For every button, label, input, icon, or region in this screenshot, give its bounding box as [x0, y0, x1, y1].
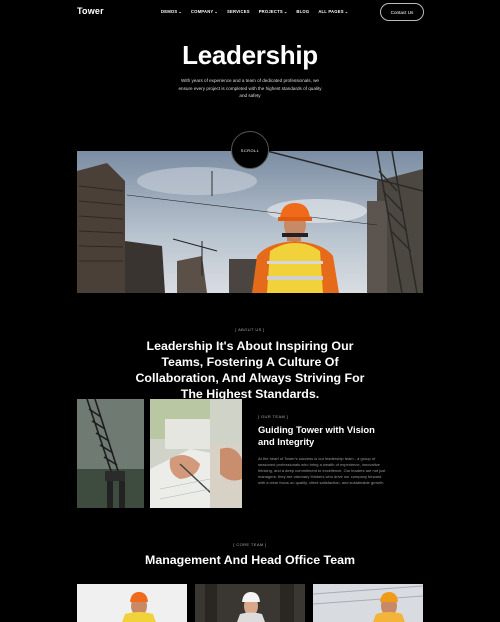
menu-item-label: BLOG [296, 9, 310, 14]
menu-item-company[interactable]: COMPANY⌄ [191, 9, 218, 14]
menu-item-services[interactable]: SERVICES [227, 9, 250, 14]
menu-item-projects[interactable]: PROJECTS⌄ [259, 9, 288, 14]
hero-image [77, 151, 423, 293]
team-member-photo [195, 584, 305, 622]
blueprint-photo [150, 399, 242, 508]
chevron-down-icon: ⌄ [283, 9, 288, 14]
team-member-photo [77, 584, 187, 622]
menu-item-all-pages[interactable]: ALL PAGES⌄ [318, 9, 348, 14]
chevron-down-icon: ⌄ [344, 9, 349, 14]
team-member-card[interactable] [195, 584, 305, 622]
about-heading-text: Leadership It's About Inspiring Our Team… [135, 339, 365, 401]
about-tag: [ ABOUT US ] [235, 327, 265, 332]
chevron-down-icon: ⌄ [214, 9, 218, 14]
crane-photo [77, 399, 144, 508]
team-title: Guiding Tower with Vision and Integrity [258, 424, 375, 447]
team-description: At the heart of Tower's success is our l… [258, 456, 386, 485]
hero-subtitle: With years of experience and a team of d… [178, 78, 322, 99]
menu-item-label: COMPANY [190, 9, 214, 14]
about-heading: Leadership It's About Inspiring Our Team… [0, 338, 500, 402]
contact-us-button[interactable]: Contact Us [380, 3, 424, 21]
team-member-photo [313, 584, 423, 622]
core-team-tag: [ CORE TEAM ] [233, 542, 267, 547]
menu-item-blog[interactable]: BLOG [296, 9, 309, 14]
main-menu: DEMOS⌄ COMPANY⌄ SERVICES PROJECTS⌄ BLOG … [161, 9, 348, 14]
menu-item-demos[interactable]: DEMOS⌄ [161, 9, 182, 14]
menu-item-label: SERVICES [226, 9, 250, 14]
menu-item-label: DEMOS [161, 9, 178, 14]
logo[interactable]: Tower [77, 6, 104, 16]
writing-image [150, 399, 242, 508]
team-tag: [ OUR TEAM ] [258, 414, 289, 419]
page-title: Leadership [182, 40, 318, 70]
team-member-card[interactable] [77, 584, 187, 622]
chevron-down-icon: ⌄ [178, 9, 182, 14]
menu-item-label: ALL PAGES [318, 9, 344, 14]
menu-item-label: PROJECTS [258, 9, 283, 14]
top-navigation: Tower DEMOS⌄ COMPANY⌄ SERVICES PROJECTS⌄… [0, 0, 500, 24]
crane-image [77, 399, 144, 508]
team-member-card[interactable] [313, 584, 423, 622]
scroll-button[interactable]: SCROLL [231, 131, 269, 169]
management-heading: Management And Head Office Team [145, 553, 355, 567]
construction-worker-photo [77, 151, 423, 293]
